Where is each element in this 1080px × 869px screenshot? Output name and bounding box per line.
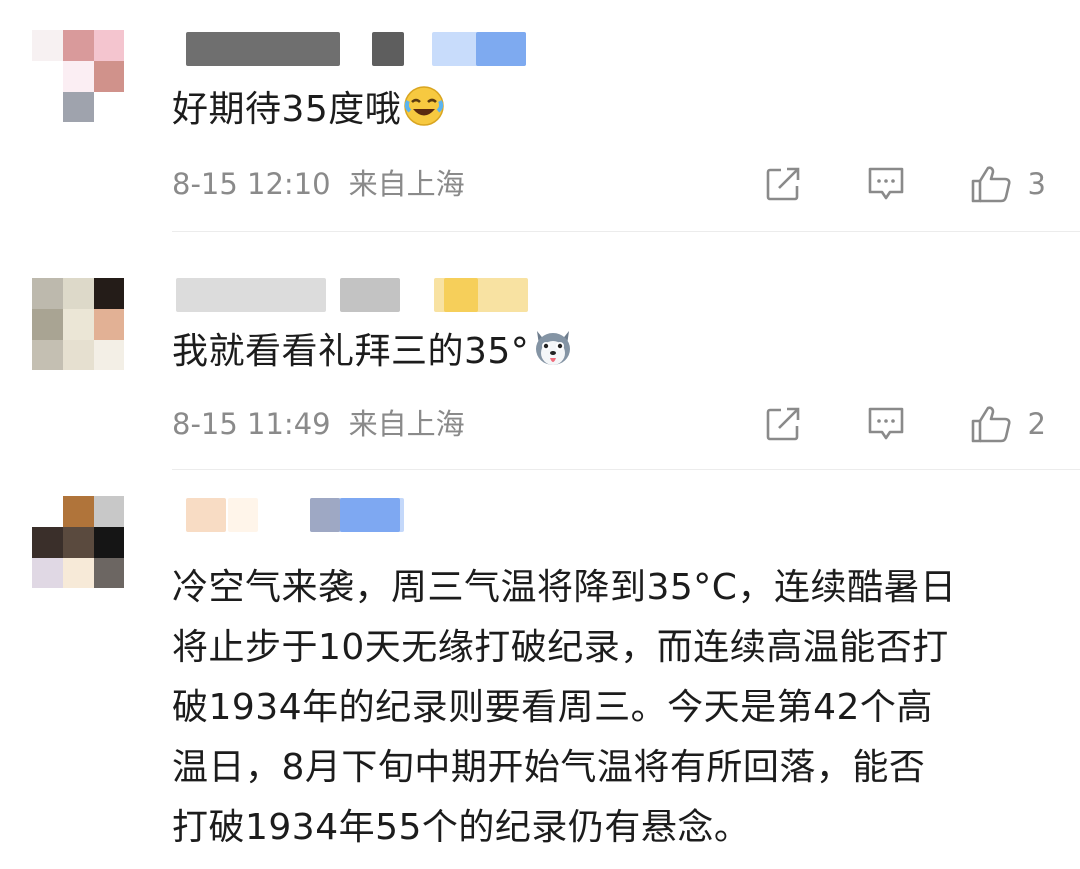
comment-actions: 2 [764, 404, 1046, 444]
like-count: 2 [1027, 407, 1046, 441]
comment-text-line: 冷空气来袭，周三气温将降到35°C，连续酷暑日 [172, 567, 957, 608]
thumbs-up-icon [971, 406, 1011, 443]
comment-text: 我就看看礼拜三的35° [172, 322, 575, 388]
comment-text: 好期待35度哦 [172, 80, 445, 146]
username-redacted[interactable] [176, 32, 536, 66]
comment-text: 冷空气来袭，周三气温将降到35°C，连续酷暑日 将止步于10天无缘打破纪录，而连… [172, 558, 956, 858]
comment-time: 8-15 12:10 [172, 167, 331, 201]
comment-item: 我就看看礼拜三的35° 8-15 11:49 来自上海 2 [0, 232, 1080, 470]
comment-location: 来自上海 [348, 167, 465, 201]
like-count: 3 [1027, 167, 1046, 201]
comment-item: 冷空气来袭，周三气温将降到35°C，连续酷暑日 将止步于10天无缘打破纪录，而连… [0, 470, 1080, 869]
comment-item: 好期待35度哦 8-15 12:10 来自上海 3 [0, 0, 1080, 232]
comment-time: 8-15 11:49 [172, 407, 331, 441]
comment-meta: 8-15 11:49 来自上海 [172, 404, 465, 444]
comment-text-line: 破1934年的纪录则要看周三。今天是第42个高 [172, 687, 933, 728]
share-button[interactable] [764, 405, 802, 443]
comment-text-line: 打破1934年55个的纪录仍有悬念。 [172, 807, 751, 848]
comment-location: 来自上海 [348, 407, 465, 441]
share-icon [766, 167, 799, 201]
username-redacted[interactable] [176, 278, 536, 312]
comment-meta: 8-15 12:10 来自上海 [172, 164, 465, 204]
comment-text-line: 将止步于10天无缘打破纪录，而连续高温能否打 [172, 627, 949, 668]
avatar[interactable] [32, 30, 124, 122]
like-button[interactable]: 3 [970, 164, 1046, 204]
username-redacted[interactable] [176, 498, 536, 532]
reply-button[interactable] [866, 165, 906, 203]
laughing-crying-emoji-icon [403, 85, 445, 146]
share-button[interactable] [764, 165, 802, 203]
thumbs-up-icon [971, 166, 1011, 203]
comment-icon [868, 167, 903, 200]
husky-dog-emoji-icon [531, 327, 575, 388]
reply-button[interactable] [866, 405, 906, 443]
avatar[interactable] [32, 278, 124, 370]
share-icon [766, 407, 799, 441]
comment-actions: 3 [764, 164, 1046, 204]
comment-text-line: 温日，8月下旬中期开始气温将有所回落，能否 [172, 747, 926, 788]
avatar[interactable] [32, 496, 124, 588]
comment-icon [868, 407, 903, 440]
like-button[interactable]: 2 [970, 404, 1046, 444]
